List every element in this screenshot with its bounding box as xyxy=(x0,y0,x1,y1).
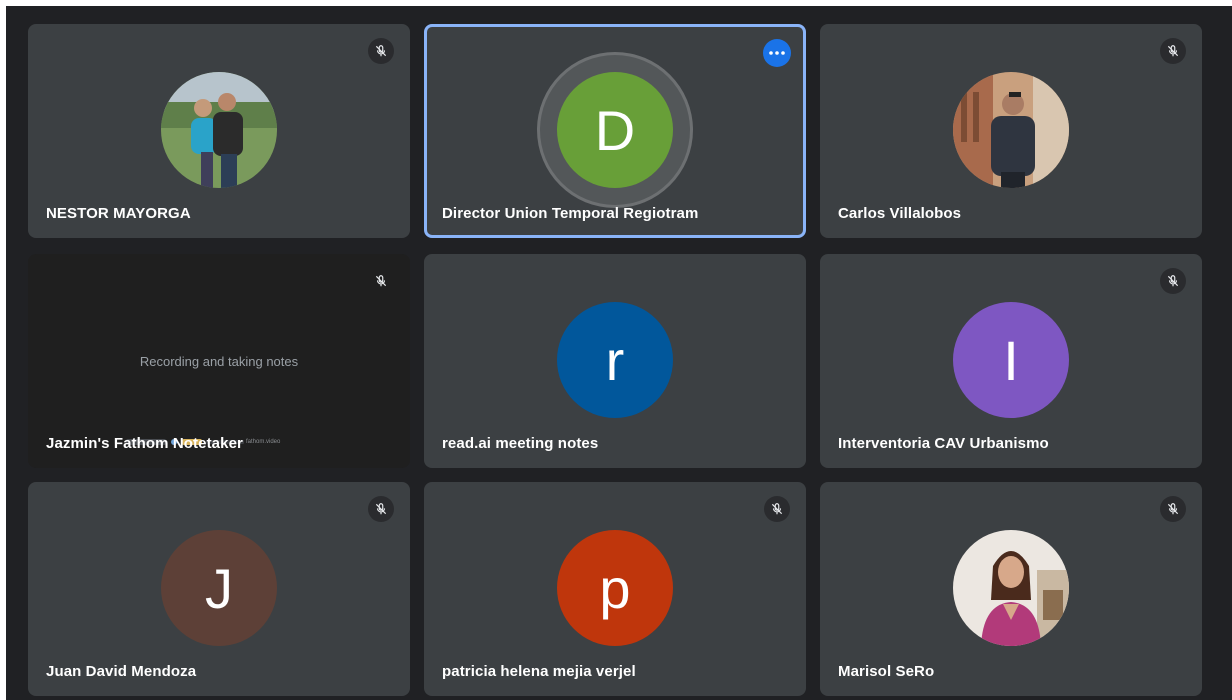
avatar xyxy=(953,72,1069,188)
participant-name: Juan David Mendoza xyxy=(46,663,197,680)
more-options-icon[interactable] xyxy=(763,39,791,67)
avatar xyxy=(953,530,1069,646)
participant-tile[interactable]: J Juan David Mendoza xyxy=(28,482,410,696)
participant-name: NESTOR MAYORGA xyxy=(46,205,191,222)
recording-notice: Recording and taking notes xyxy=(139,354,299,369)
participant-tile[interactable]: r read.ai meeting notes xyxy=(424,254,806,468)
mic-off-icon xyxy=(368,268,394,294)
participant-tile[interactable]: p patricia helena mejia verjel xyxy=(424,482,806,696)
avatar: r xyxy=(557,302,673,418)
avatar-initial: J xyxy=(205,556,233,620)
meeting-grid: NESTOR MAYORGA D Director Union Temporal… xyxy=(6,6,1232,700)
participant-tile-active[interactable]: D Director Union Temporal Regiotram xyxy=(424,24,806,238)
recording-link: fathom.video xyxy=(246,439,281,445)
avatar-initial: r xyxy=(605,328,625,392)
participant-name: Interventoria CAV Urbanismo xyxy=(838,435,1049,452)
avatar xyxy=(161,72,277,188)
participant-name: read.ai meeting notes xyxy=(442,435,599,452)
avatar: p xyxy=(557,530,673,646)
participant-name: Marisol SeRo xyxy=(838,663,935,680)
mic-off-icon xyxy=(368,38,394,64)
participant-tile[interactable]: I Interventoria CAV Urbanismo xyxy=(820,254,1202,468)
participant-name: Jazmin's Fathom Notetaker xyxy=(46,435,243,452)
participant-name: Carlos Villalobos xyxy=(838,205,962,222)
avatar: D xyxy=(557,72,673,188)
mic-off-icon xyxy=(1160,38,1186,64)
participant-tile[interactable]: Marisol SeRo xyxy=(820,482,1202,696)
mic-off-icon xyxy=(1160,496,1186,522)
avatar-initial: p xyxy=(599,556,631,620)
avatar-initial: I xyxy=(1003,328,1019,392)
mic-off-icon xyxy=(368,496,394,522)
participant-name: Director Union Temporal Regiotram xyxy=(442,205,699,222)
mic-off-icon xyxy=(764,496,790,522)
participant-tile[interactable]: NESTOR MAYORGA xyxy=(28,24,410,238)
participant-name: patricia helena mejia verjel xyxy=(442,663,636,680)
participant-tile[interactable]: Carlos Villalobos xyxy=(820,24,1202,238)
avatar: I xyxy=(953,302,1069,418)
avatar: J xyxy=(161,530,277,646)
avatar-initial: D xyxy=(594,98,636,162)
mic-off-icon xyxy=(1160,268,1186,294)
participant-tile[interactable]: Recording and taking notes fathom.video … xyxy=(28,254,410,468)
